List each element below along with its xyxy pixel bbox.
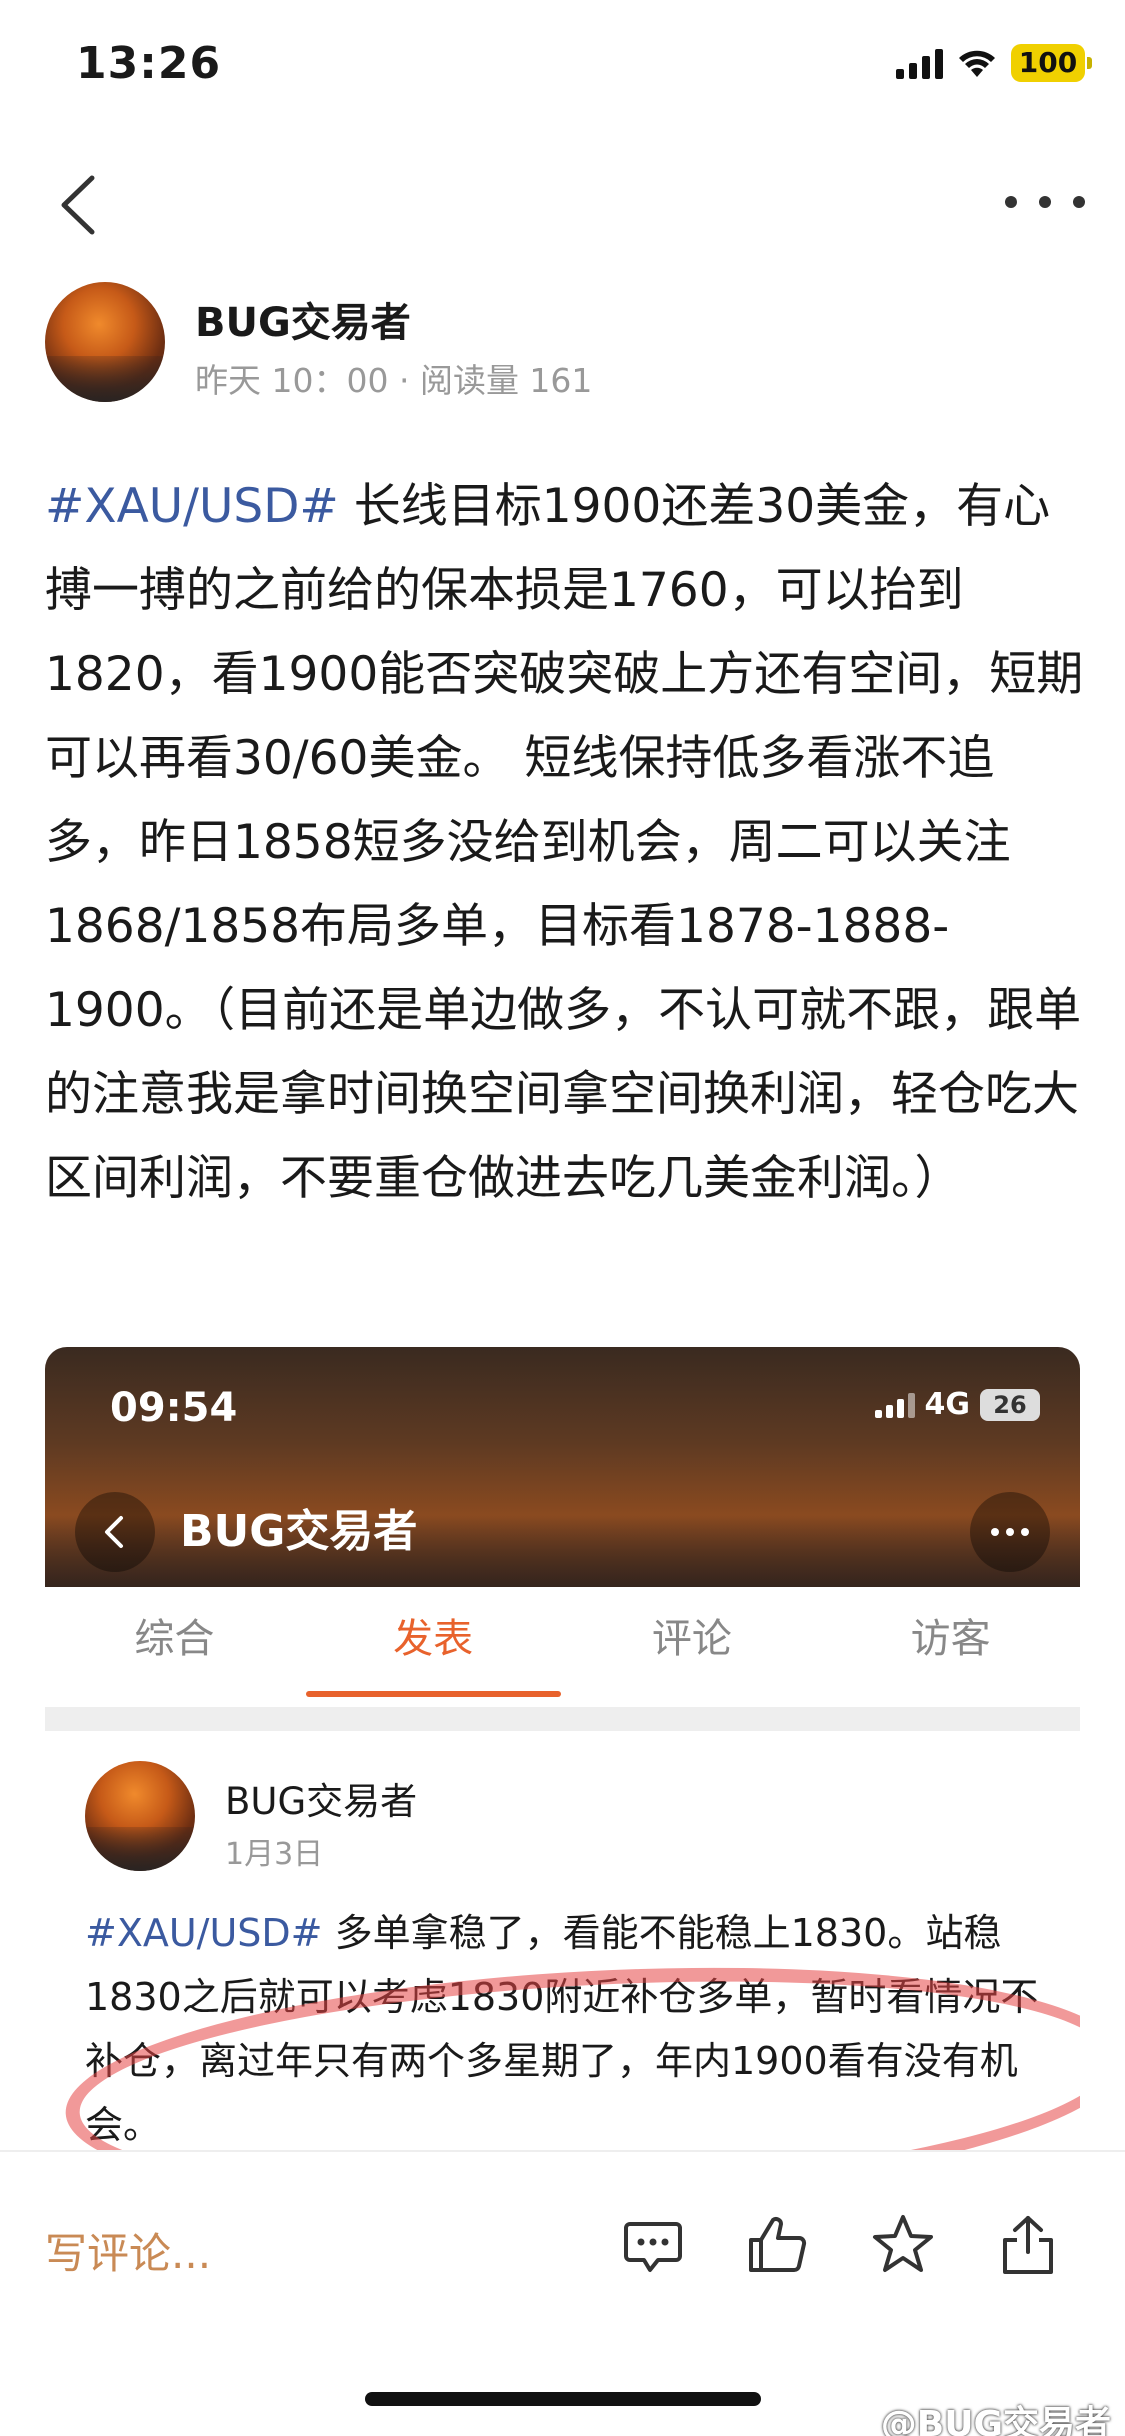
share-icon[interactable] [995,2212,1061,2278]
watermark: @BUG交易者 [880,2404,1111,2436]
embedded-avatar [85,1761,195,1871]
post-text: 长线目标1900还差30美金，有心搏一搏的之前给的保本损是1760，可以抬到18… [45,479,1084,1206]
embedded-network: 4G [924,1387,971,1422]
embedded-more-icon [970,1492,1050,1572]
embedded-battery-icon: 26 [980,1388,1040,1421]
battery-icon: 100 [1011,44,1092,82]
status-icons: 100 [896,44,1092,82]
embedded-title: BUG交易者 [180,1506,418,1557]
back-icon[interactable] [50,170,110,240]
embedded-header: 09:54 4G 26 BUG交易者 [45,1347,1080,1587]
comment-icon[interactable] [620,2212,686,2278]
embedded-post-text: #XAU/USD# 多单拿稳了，看能不能稳上1830。站稳1830之后就可以考虑… [85,1901,1045,2157]
embedded-post-date: 1月3日 [225,1837,324,1872]
post-hashtag[interactable]: #XAU/USD# [45,479,339,534]
more-icon[interactable] [1005,182,1085,222]
embedded-post: BUG交易者 1月3日 #XAU/USD# 多单拿稳了，看能不能稳上1830。站… [45,1731,1080,2165]
wifi-icon [959,50,995,77]
avatar[interactable] [45,282,165,402]
embedded-hashtag: #XAU/USD# [85,1911,323,1955]
status-bar: 13:26 100 [0,0,1125,130]
status-time: 13:26 [76,38,222,89]
like-icon[interactable] [745,2212,811,2278]
author-name[interactable]: BUG交易者 [195,290,411,348]
embedded-divider [45,1707,1080,1731]
author-header: BUG交易者 昨天 10：00 · 阅读量 161 [45,282,1085,412]
post-body: #XAU/USD# 长线目标1900还差30美金，有心搏一搏的之前给的保本损是1… [45,465,1085,1221]
star-icon[interactable] [870,2212,936,2278]
embedded-status-icons: 4G 26 [874,1387,1040,1422]
embedded-tab-posts: 发表 [304,1587,563,1707]
embedded-signal-icon [874,1392,915,1418]
embedded-tab-visitors: 访客 [910,1616,991,1662]
signal-icon [896,47,943,79]
bottom-action-bar: 写评论... [0,2150,1125,2340]
embedded-author-name: BUG交易者 [225,1780,418,1823]
embedded-status-time: 09:54 [110,1385,238,1431]
embedded-back-icon [75,1492,155,1572]
home-indicator[interactable] [365,2392,761,2406]
embedded-tab-comments: 评论 [651,1616,732,1662]
comment-input[interactable]: 写评论... [45,2220,211,2281]
nav-bar [0,160,1125,250]
embedded-tabs: 综合 发表 评论 访客 [45,1587,1080,1707]
post-meta: 昨天 10：00 · 阅读量 161 [195,361,593,400]
embedded-image[interactable]: 09:54 4G 26 BUG交易者 综合 发表 评论 访客 BUG交易者 1月… [45,1347,1080,2165]
embedded-tab-overview: 综合 [134,1616,215,1662]
